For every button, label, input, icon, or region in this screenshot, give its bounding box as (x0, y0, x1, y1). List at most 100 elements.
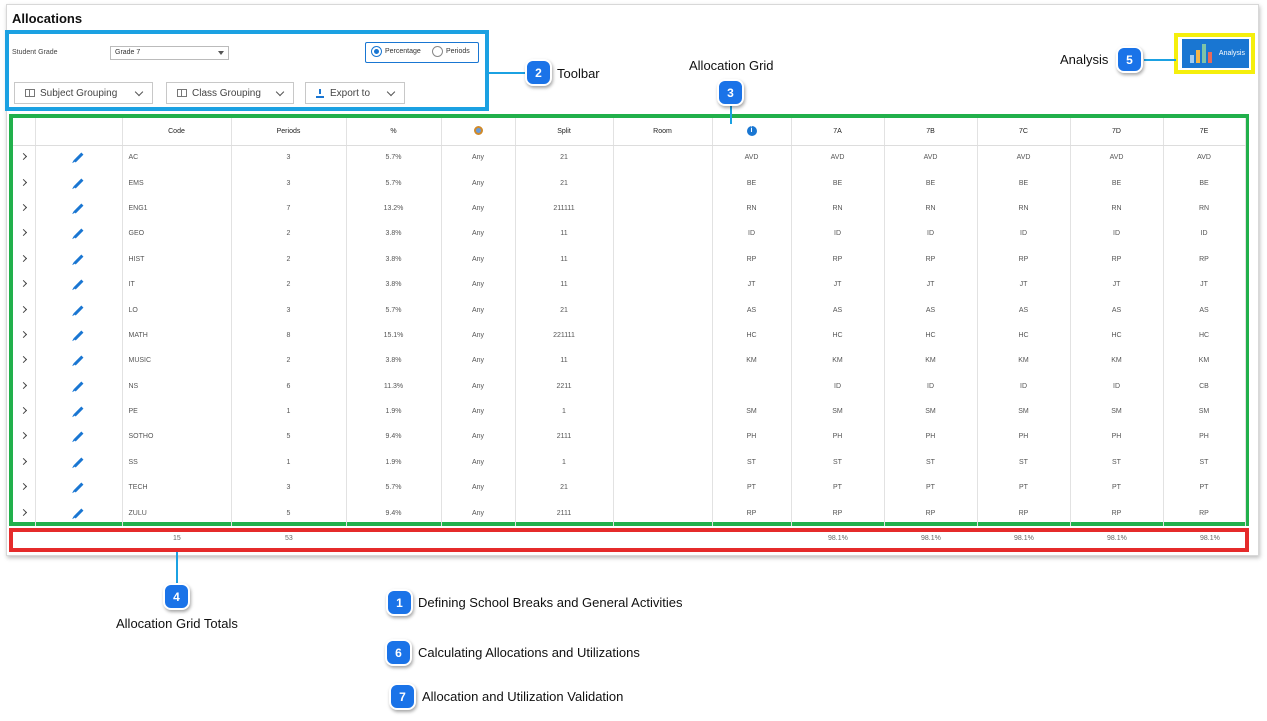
grid-cell[interactable]: PH (1163, 424, 1246, 450)
expand-row-cell[interactable] (13, 398, 36, 425)
grid-cell[interactable]: 3.8% (346, 221, 442, 247)
grid-cell[interactable]: BE (1070, 170, 1164, 196)
grid-cell[interactable]: RP (1070, 500, 1164, 526)
grid-cell[interactable]: SM (884, 398, 978, 425)
grid-cell[interactable]: 2111 (515, 500, 614, 526)
grid-cell[interactable]: RN (1070, 195, 1164, 222)
subject-grouping-button[interactable]: Subject Grouping (14, 82, 153, 104)
grid-cell[interactable]: ID (1070, 221, 1164, 247)
grid-cell[interactable]: ST (791, 449, 885, 476)
export-to-button[interactable]: Export to (305, 82, 405, 104)
grid-cell[interactable]: 5 (231, 500, 347, 526)
header-teacher-icon-column[interactable] (441, 118, 516, 146)
grid-cell[interactable]: Any (441, 322, 516, 349)
grid-header-cell[interactable]: Code (122, 118, 232, 146)
pencil-icon[interactable] (73, 228, 84, 239)
grid-cell[interactable]: PE (122, 398, 232, 425)
grid-cell[interactable]: AS (1163, 297, 1246, 323)
grid-cell[interactable] (613, 297, 713, 323)
edit-row-cell[interactable] (35, 322, 123, 349)
callout-badge-7[interactable]: 7 (389, 683, 416, 710)
grid-cell[interactable]: 5.7% (346, 475, 442, 501)
link-allocation-validation[interactable]: Allocation and Utilization Validation (422, 689, 623, 704)
grid-cell[interactable]: RP (1070, 246, 1164, 272)
grid-cell[interactable]: 5.7% (346, 297, 442, 323)
grid-cell[interactable] (712, 373, 792, 399)
grid-cell[interactable]: RP (977, 500, 1071, 526)
grid-cell[interactable]: Any (441, 195, 516, 222)
grid-cell[interactable]: HC (1163, 322, 1246, 349)
grid-cell[interactable]: ST (1163, 449, 1246, 476)
grid-cell[interactable]: BE (791, 170, 885, 196)
grid-cell[interactable]: NS (122, 373, 232, 399)
grid-cell[interactable]: RP (791, 246, 885, 272)
expand-row-cell[interactable] (13, 373, 36, 399)
table-row[interactable]: IT 2 3.8% Any 11 JT JT JT JT JT JT (13, 271, 1246, 298)
chevron-right-icon[interactable] (20, 229, 28, 237)
grid-cell[interactable]: SS (122, 449, 232, 476)
expand-row-cell[interactable] (13, 322, 36, 349)
grid-cell[interactable]: ST (977, 449, 1071, 476)
edit-row-cell[interactable] (35, 170, 123, 196)
chevron-right-icon[interactable] (20, 432, 28, 440)
grid-cell[interactable]: RP (977, 246, 1071, 272)
grid-cell[interactable]: HC (977, 322, 1071, 349)
grid-cell[interactable]: ID (977, 373, 1071, 399)
grid-cell[interactable]: 9.4% (346, 500, 442, 526)
grid-cell[interactable]: JT (977, 271, 1071, 298)
grid-cell[interactable]: 1 (231, 398, 347, 425)
grid-cell[interactable]: 6 (231, 373, 347, 399)
grid-cell[interactable]: RP (1163, 246, 1246, 272)
grid-cell[interactable]: 11 (515, 221, 614, 247)
edit-row-cell[interactable] (35, 348, 123, 374)
expand-row-cell[interactable] (13, 297, 36, 323)
grid-header-cell[interactable]: Split (515, 118, 614, 146)
pencil-icon[interactable] (73, 330, 84, 341)
grid-cell[interactable]: JT (712, 271, 792, 298)
radio-percentage[interactable]: Percentage (371, 46, 421, 57)
chevron-right-icon[interactable] (20, 483, 28, 491)
grid-cell[interactable]: PT (1070, 475, 1164, 501)
grid-cell[interactable]: Any (441, 424, 516, 450)
grid-cell[interactable]: RN (712, 195, 792, 222)
grid-cell[interactable]: ZULU (122, 500, 232, 526)
grid-cell[interactable]: JT (884, 271, 978, 298)
radio-periods[interactable]: Periods (432, 46, 470, 57)
grid-cell[interactable]: RN (884, 195, 978, 222)
grid-cell[interactable]: ID (791, 221, 885, 247)
grid-cell[interactable]: 15.1% (346, 322, 442, 349)
grid-cell[interactable]: 3 (231, 297, 347, 323)
chevron-right-icon[interactable] (20, 381, 28, 389)
chevron-right-icon[interactable] (20, 457, 28, 465)
grid-cell[interactable]: MUSIC (122, 348, 232, 374)
expand-row-cell[interactable] (13, 500, 36, 526)
grid-cell[interactable]: AS (712, 297, 792, 323)
grid-cell[interactable]: AS (884, 297, 978, 323)
grid-cell[interactable]: PT (791, 475, 885, 501)
grid-cell[interactable]: 21 (515, 170, 614, 196)
grid-cell[interactable]: 1.9% (346, 449, 442, 476)
grid-cell[interactable]: 11 (515, 271, 614, 298)
grid-cell[interactable]: 2 (231, 348, 347, 374)
chevron-right-icon[interactable] (20, 254, 28, 262)
grid-cell[interactable]: RP (1163, 500, 1246, 526)
grid-cell[interactable]: Any (441, 145, 516, 171)
edit-row-cell[interactable] (35, 297, 123, 323)
grid-cell[interactable]: 1 (515, 449, 614, 476)
grid-cell[interactable]: 21 (515, 475, 614, 501)
table-row[interactable]: MUSIC 2 3.8% Any 11 KM KM KM KM KM KM (13, 348, 1246, 374)
grid-header-cell[interactable]: 7C (977, 118, 1071, 146)
expand-row-cell[interactable] (13, 170, 36, 196)
grid-cell[interactable]: 21 (515, 297, 614, 323)
grid-cell[interactable]: PT (712, 475, 792, 501)
student-grade-select[interactable]: Grade 7 (110, 46, 229, 60)
grid-cell[interactable]: PH (1070, 424, 1164, 450)
grid-cell[interactable]: ID (884, 221, 978, 247)
callout-badge-6[interactable]: 6 (385, 639, 412, 666)
grid-cell[interactable]: HC (884, 322, 978, 349)
grid-header-cell[interactable] (35, 118, 123, 146)
grid-cell[interactable]: BE (712, 170, 792, 196)
grid-cell[interactable] (613, 449, 713, 476)
grid-cell[interactable]: AVD (1070, 145, 1164, 171)
grid-cell[interactable]: Any (441, 297, 516, 323)
